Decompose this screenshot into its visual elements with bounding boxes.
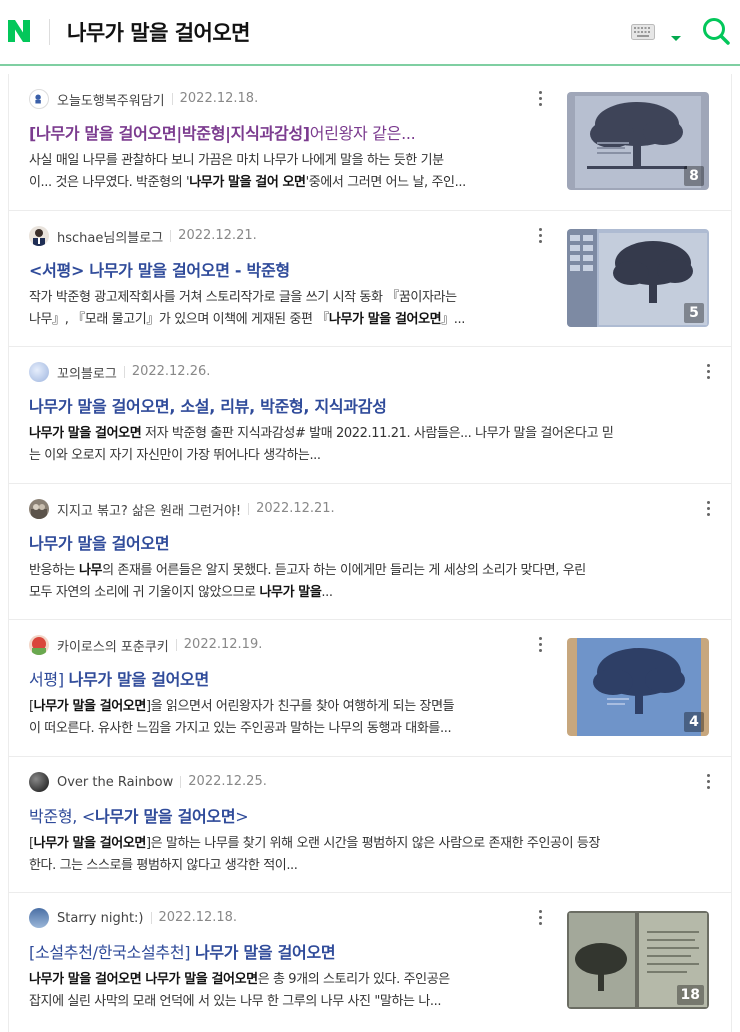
author-name[interactable]: hschae님의블로그 — [57, 227, 163, 246]
more-options-icon[interactable] — [535, 907, 545, 927]
result-meta: 지지고 볶고? 삶은 원래 그런거야! 2022.12.21. — [29, 498, 335, 520]
result-snippet: 나무가 말을 걸어오면 나무가 말을 걸어오면은 총 9개의 스토리가 있다. … — [29, 972, 450, 1009]
image-count-badge: 18 — [676, 985, 704, 1005]
result-title[interactable]: [나무가 말을 걸어오면|박준형|지식과감성]어린왕자 같은... — [29, 120, 549, 144]
image-count-badge: 4 — [684, 712, 704, 732]
chevron-down-icon[interactable] — [670, 28, 682, 41]
result-thumbnail[interactable]: 4 — [567, 638, 709, 736]
blog-result-item: 지지고 볶고? 삶은 원래 그런거야! 2022.12.21. 나무가 말을 걸… — [9, 484, 731, 620]
more-options-icon[interactable] — [703, 498, 713, 518]
post-date: 2022.12.26. — [123, 365, 210, 378]
result-meta: Starry night:) 2022.12.18. — [29, 907, 237, 929]
post-date: 2022.12.21. — [248, 502, 335, 515]
avatar[interactable] — [29, 908, 49, 928]
result-title[interactable]: 박준형, <나무가 말을 걸어오면> — [29, 803, 709, 827]
post-date: 2022.12.18. — [171, 92, 258, 105]
blog-result-item: 카이로스의 포춘쿠키 2022.12.19. 서평] 나무가 말을 걸어오면 [… — [9, 620, 731, 757]
avatar[interactable] — [29, 635, 49, 655]
result-title[interactable]: 나무가 말을 걸어오면, 소설, 리뷰, 박준형, 지식과감성 — [29, 393, 709, 417]
avatar[interactable] — [29, 226, 49, 246]
more-options-icon[interactable] — [535, 634, 545, 654]
result-meta: 오늘도행복주워담기 2022.12.18. — [29, 88, 258, 110]
result-thumbnail[interactable]: 8 — [567, 92, 709, 190]
author-name[interactable]: 오늘도행복주워담기 — [57, 90, 165, 109]
header-divider — [49, 19, 50, 45]
avatar[interactable] — [29, 362, 49, 382]
result-title[interactable]: [소설추천/한국소설추천] 나무가 말을 걸어오면 — [29, 939, 549, 963]
author-name[interactable]: 꼬의블로그 — [57, 363, 117, 382]
blog-result-item: Starry night:) 2022.12.18. [소설추천/한국소설추천]… — [9, 893, 731, 1032]
blog-results-list: 오늘도행복주워담기 2022.12.18. [나무가 말을 걸어오면|박준형|지… — [8, 74, 732, 1032]
avatar[interactable] — [29, 499, 49, 519]
post-date: 2022.12.19. — [175, 638, 262, 651]
author-name[interactable]: Over the Rainbow — [57, 775, 173, 790]
author-name[interactable]: 카이로스의 포춘쿠키 — [57, 636, 169, 655]
result-thumbnail[interactable]: 5 — [567, 229, 709, 327]
result-meta: 꼬의블로그 2022.12.26. — [29, 361, 210, 383]
result-title[interactable]: <서평> 나무가 말을 걸어오면 - 박준형 — [29, 257, 549, 281]
image-count-badge: 8 — [684, 166, 704, 186]
result-snippet: 나무가 말을 걸어오면 저자 박준형 출판 지식과감성# 발매 2022.11.… — [29, 426, 614, 463]
result-title[interactable]: 나무가 말을 걸어오면 — [29, 530, 709, 554]
avatar[interactable] — [29, 772, 49, 792]
search-query[interactable]: 나무가 말을 걸어오면 — [67, 17, 251, 47]
post-date: 2022.12.18. — [150, 911, 237, 924]
blog-result-item: 꼬의블로그 2022.12.26. 나무가 말을 걸어오면, 소설, 리뷰, 박… — [9, 347, 731, 484]
more-options-icon[interactable] — [703, 361, 713, 381]
author-name[interactable]: 지지고 볶고? 삶은 원래 그런거야! — [57, 500, 241, 519]
more-options-icon[interactable] — [535, 225, 545, 245]
naver-logo-icon[interactable] — [4, 16, 34, 46]
avatar[interactable] — [29, 89, 49, 109]
result-title[interactable]: 서평] 나무가 말을 걸어오면 — [29, 666, 549, 690]
blog-result-item: hschae님의블로그 2022.12.21. <서평> 나무가 말을 걸어오면… — [9, 211, 731, 347]
post-date: 2022.12.25. — [180, 775, 267, 788]
keyboard-icon[interactable] — [631, 24, 655, 40]
result-thumbnail[interactable]: 18 — [567, 911, 709, 1009]
result-meta: Over the Rainbow 2022.12.25. — [29, 771, 267, 793]
search-icon[interactable] — [701, 16, 731, 46]
search-header: 나무가 말을 걸어오면 — [0, 0, 740, 66]
result-meta: hschae님의블로그 2022.12.21. — [29, 225, 257, 247]
blog-result-item: 오늘도행복주워담기 2022.12.18. [나무가 말을 걸어오면|박준형|지… — [9, 74, 731, 211]
result-snippet: 사실 매일 나무를 관찰하다 보니 가끔은 마치 나무가 나에게 말을 하는 듯… — [29, 153, 466, 190]
image-count-badge: 5 — [684, 303, 704, 323]
result-snippet: 작가 박준형 광고제작회사를 거쳐 스토리작가로 글을 쓰기 시작 동화 『꿈이… — [29, 290, 466, 327]
more-options-icon[interactable] — [535, 88, 545, 108]
result-snippet: 반응하는 나무의 존재를 어른들은 알지 못했다. 듣고자 하는 이에게만 들리… — [29, 563, 586, 600]
post-date: 2022.12.21. — [170, 229, 257, 242]
result-snippet: [나무가 말을 걸어오면]은 말하는 나무를 찾기 위해 오랜 시간을 평범하지… — [29, 836, 601, 873]
blog-result-item: Over the Rainbow 2022.12.25. 박준형, <나무가 말… — [9, 757, 731, 893]
author-name[interactable]: Starry night:) — [57, 911, 144, 926]
result-meta: 카이로스의 포춘쿠키 2022.12.19. — [29, 634, 262, 656]
result-snippet: [나무가 말을 걸어오면]을 읽으면서 어린왕자가 친구를 찾아 여행하게 되는… — [29, 699, 455, 736]
more-options-icon[interactable] — [703, 771, 713, 791]
